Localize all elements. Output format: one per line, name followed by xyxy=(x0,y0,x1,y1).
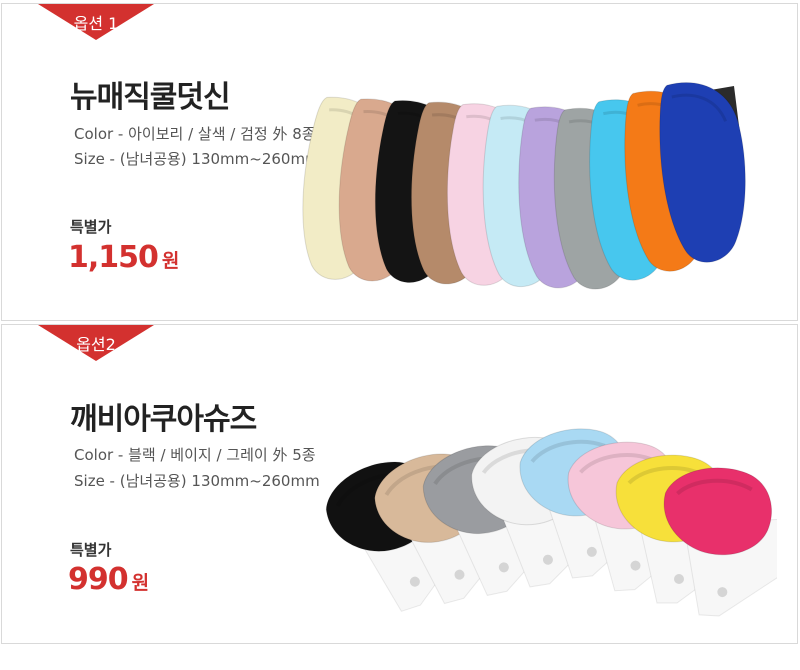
option-tag: 옵션 1 xyxy=(38,4,154,40)
option-tag-label: 옵션2 xyxy=(76,335,116,354)
no-show-socks-photo xyxy=(302,82,746,290)
aqua-shoes-socks-photo xyxy=(325,428,777,617)
price-unit: 원 xyxy=(131,572,150,594)
option-tag: 옵션2 xyxy=(38,325,154,361)
price-label: 특별가 xyxy=(70,218,112,236)
product-title: 뉴매직쿨덧신 xyxy=(70,80,231,115)
product-title: 깨비아쿠아슈즈 xyxy=(70,402,257,437)
color-spec: Color - 블랙 / 베이지 / 그레이 外 5종 xyxy=(74,446,316,464)
product-card-option-2[interactable]: 옵션2 깨비아쿠아슈즈 Color - 블랙 / 베이지 / 그레이 外 5종 … xyxy=(1,324,798,644)
price: 1,150 원 xyxy=(68,240,179,275)
price: 990 원 xyxy=(68,562,149,597)
size-spec: Size - (남녀공용) 130mm~260mm xyxy=(74,150,320,168)
product-card-option-1[interactable]: 옵션 1 뉴매직쿨덧신 Color - 아이보리 / 살색 / 검정 外 8종 … xyxy=(1,3,798,321)
size-spec: Size - (남녀공용) 130mm~260mm xyxy=(74,472,320,490)
price-unit: 원 xyxy=(161,250,180,272)
color-spec: Color - 아이보리 / 살색 / 검정 外 8종 xyxy=(74,125,316,143)
price-label: 특별가 xyxy=(70,541,112,559)
option-tag-label: 옵션 1 xyxy=(73,14,119,33)
price-value: 990 xyxy=(68,562,129,597)
price-value: 1,150 xyxy=(68,240,159,275)
